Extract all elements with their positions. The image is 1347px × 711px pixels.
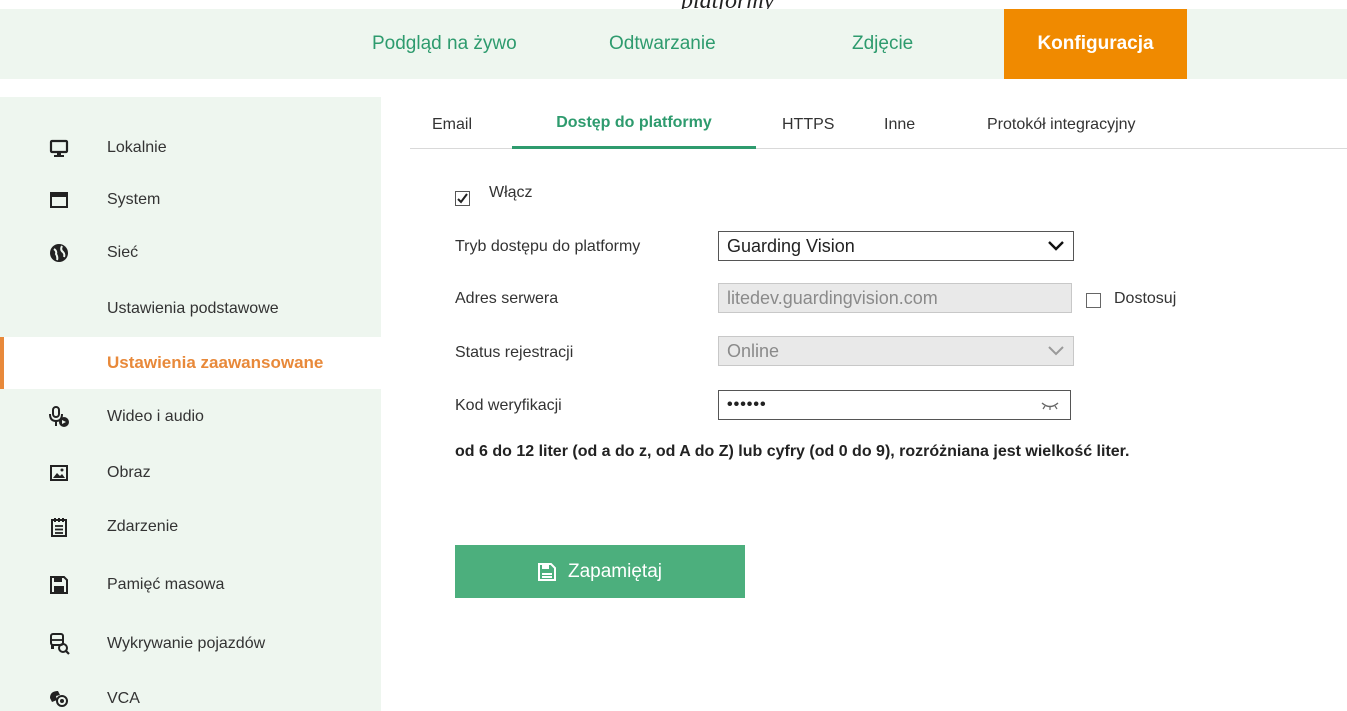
image-icon [48,462,70,484]
enable-checkbox[interactable] [455,191,470,206]
tab-bar: Email Dostęp do platformy HTTPS Inne Pro… [410,97,1347,149]
server-address-field[interactable]: litedev.guardingvision.com [718,283,1072,313]
sidebar-item-label: Obraz [107,464,151,481]
sidebar-item-vehicle-detection[interactable]: Wykrywanie pojazdów [0,618,381,670]
tab-https[interactable]: HTTPS [782,97,834,149]
sidebar-item-label: VCA [107,690,140,707]
floppy-icon [48,574,70,596]
sidebar-item-storage[interactable]: Pamięć masowa [0,559,381,611]
chevron-down-icon [1048,346,1064,356]
registration-status-value: Online [727,341,780,361]
server-address-label: Adres serwera [455,290,559,307]
access-mode-label: Tryb dostępu do platformy [455,238,641,255]
tab-integration-protocol[interactable]: Protokół integracyjny [987,97,1136,149]
registration-status-label: Status rejestracji [455,344,574,361]
verification-code-label: Kod weryfikacji [455,397,562,414]
sidebar-item-system[interactable]: System [0,174,381,226]
topnav-picture[interactable]: Zdjęcie [852,9,913,79]
sidebar-item-label: Ustawienia podstawowe [107,300,279,317]
topnav-configuration[interactable]: Konfiguracja [1004,9,1187,79]
verification-code-hint: od 6 do 12 liter (od a do z, od A do Z) … [455,443,1130,460]
page: platformy Podgląd na żywo Odtwarzanie Zd… [0,0,1347,711]
sidebar-item-video-audio[interactable]: Wideo i audio [0,391,381,443]
tab-email[interactable]: Email [432,97,472,149]
save-button[interactable]: Zapamiętaj [455,545,745,598]
verification-code-value: •••••• [727,396,767,413]
sidebar-item-label: Lokalnie [107,139,167,156]
enable-label: Włącz [489,184,533,201]
sidebar-item-label: Ustawienia zaawansowane [107,353,324,372]
sidebar-item-basic-settings[interactable]: Ustawienia podstawowe [0,283,381,335]
verification-code-input[interactable]: •••••• [718,390,1071,420]
chevron-down-icon [1048,241,1064,251]
checkmark-icon [457,193,468,204]
monitor-icon [48,137,70,159]
microphone-icon [48,406,70,428]
save-button-label: Zapamiętaj [568,560,662,582]
sidebar-item-event[interactable]: Zdarzenie [0,501,381,553]
sidebar-item-image[interactable]: Obraz [0,447,381,499]
topnav-live-view[interactable]: Podgląd na żywo [372,9,517,79]
calendar-icon [48,516,70,538]
tab-other[interactable]: Inne [884,97,915,149]
customize-checkbox[interactable] [1086,293,1101,308]
sidebar: Lokalnie System Sieć Ustawienia podstawo… [0,97,381,711]
floppy-icon [538,562,556,581]
eye-closed-icon[interactable] [1040,400,1060,412]
sidebar-item-label: System [107,191,161,208]
sidebar-item-label: Sieć [107,244,139,261]
sidebar-item-label: Zdarzenie [107,518,179,535]
top-navigation: Podgląd na żywo Odtwarzanie Zdjęcie Konf… [0,9,1347,79]
access-mode-select[interactable]: Guarding Vision [718,231,1074,261]
sidebar-item-local[interactable]: Lokalnie [0,122,381,174]
sidebar-item-label: Pamięć masowa [107,576,225,593]
access-mode-value: Guarding Vision [727,236,855,256]
customize-label: Dostosuj [1114,290,1177,307]
vehicle-search-icon [48,633,70,655]
sidebar-item-advanced-settings[interactable]: Ustawienia zaawansowane [0,337,381,389]
sidebar-item-label: Wykrywanie pojazdów [107,635,266,652]
tab-platform-access[interactable]: Dostęp do platformy [512,97,756,149]
globe-icon [48,242,70,264]
sidebar-item-vca[interactable]: VCA [0,673,381,711]
sidebar-item-label: Wideo i audio [107,408,204,425]
vca-icon [48,688,70,710]
topnav-playback[interactable]: Odtwarzanie [609,9,716,79]
sidebar-item-network[interactable]: Sieć [0,227,381,279]
window-icon [48,189,70,211]
registration-status-select: Online [718,336,1074,366]
